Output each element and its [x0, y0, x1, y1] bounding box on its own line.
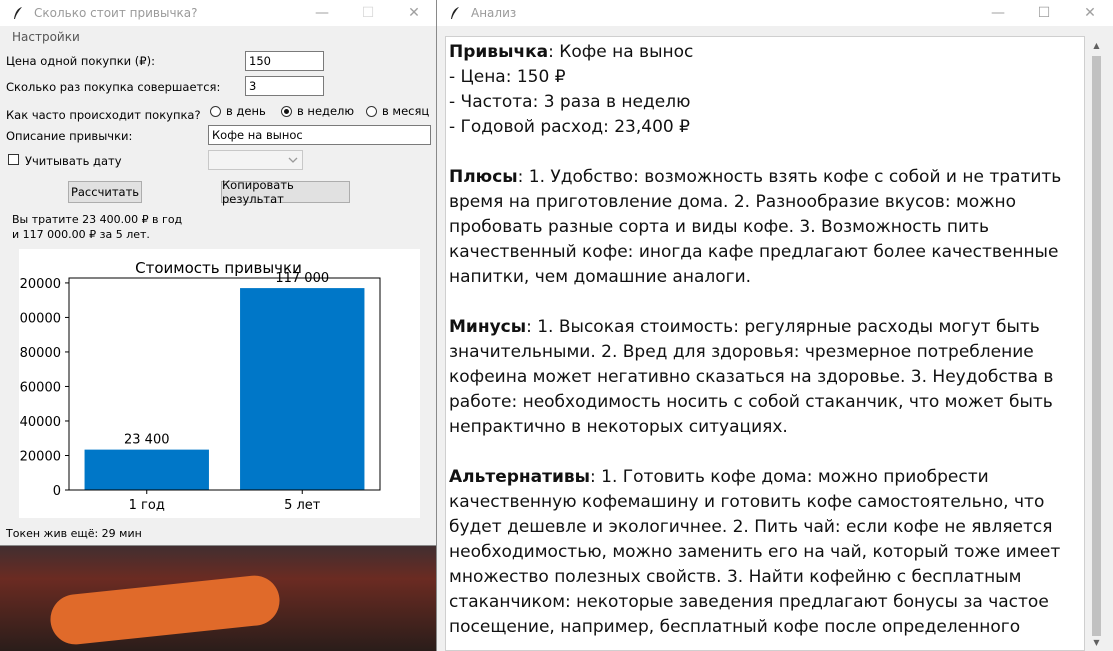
pros-heading: Плюсы [449, 167, 518, 187]
radio-label: в неделю [297, 104, 355, 118]
bar-value-label: 23 400 [124, 433, 170, 448]
x-tick-label: 5 лет [284, 498, 321, 513]
use-date-checkbox[interactable] [8, 154, 19, 165]
window-title: Анализ [471, 6, 517, 20]
price-line: - Цена: 150 ₽ [449, 67, 566, 87]
radio-per-week[interactable]: в неделю [281, 104, 354, 118]
price-input[interactable]: 150 [245, 51, 324, 71]
menu-settings[interactable]: Настройки [12, 30, 80, 44]
maximize-button[interactable]: ☐ [1021, 0, 1067, 26]
habit-cost-window: Сколько стоит привычка? — ☐ ✕ Настройки … [0, 0, 437, 545]
bar-value-label: 117 000 [275, 271, 329, 286]
habit-section: Привычка: Кофе на вынос [449, 40, 1084, 65]
radio-per-day[interactable]: в день [210, 104, 266, 118]
description-label: Описание привычки: [6, 129, 133, 143]
annual-cost-line: - Годовой расход: 23,400 ₽ [449, 117, 690, 137]
radio-label: в месяц [382, 104, 430, 118]
y-tick-label: 60000 [20, 380, 61, 395]
frequency-line: - Частота: 3 раза в неделю [449, 92, 691, 112]
radio-circle-selected [281, 105, 292, 117]
analysis-text: Привычка: Кофе на вынос - Цена: 150 ₽ - … [446, 37, 1084, 640]
cons-heading: Минусы [449, 317, 527, 337]
copy-result-button[interactable]: Копировать результат [221, 178, 350, 206]
times-input[interactable]: 3 [245, 76, 324, 96]
pros-section: Плюсы: 1. Удобство: возможность взять ко… [449, 165, 1084, 290]
menu-bar: Настройки [0, 26, 437, 46]
token-status: Токен жив ещё: 29 мин [6, 527, 142, 540]
frequency-label: Как часто происходит покупка? [6, 108, 201, 122]
y-tick-label: 120000 [19, 277, 61, 292]
vertical-scrollbar[interactable]: ▲ ▼ [1088, 36, 1105, 651]
result-line-year: Вы тратите 23 400.00 ₽ в год [12, 213, 183, 226]
feather-icon [447, 5, 463, 21]
alternatives-heading: Альтернативы [449, 467, 591, 487]
close-button[interactable]: ✕ [1067, 0, 1113, 26]
times-label: Сколько раз покупка совершается: [6, 80, 221, 94]
title-bar: Сколько стоит привычка? — ☐ ✕ [0, 0, 437, 26]
alternatives-section: Альтернативы: 1. Готовить кофе дома: мож… [449, 465, 1084, 640]
feather-icon [10, 5, 26, 21]
habit-name: : Кофе на вынос [548, 42, 694, 62]
cons-text: : 1. Высокая стоимость: регулярные расхо… [449, 317, 1054, 437]
result-text: Вы тратите 23 400.00 ₽ в год и 117 000.0… [12, 212, 182, 242]
price-label: Цена одной покупки (₽): [6, 54, 155, 68]
chart-bar [84, 449, 209, 490]
analysis-window: Анализ — ☐ ✕ Привычка: Кофе на вынос - Ц… [437, 0, 1113, 651]
calculate-button[interactable]: Рассчитать [68, 181, 142, 203]
scroll-thumb[interactable] [1092, 56, 1101, 636]
result-line-5years: и 117 000.00 ₽ за 5 лет. [12, 228, 150, 241]
use-date-label: Учитывать дату [25, 154, 122, 168]
radio-circle [366, 105, 377, 117]
cons-section: Минусы: 1. Высокая стоимость: регулярные… [449, 315, 1084, 440]
scroll-up-icon[interactable]: ▲ [1088, 38, 1105, 52]
y-tick-label: 80000 [20, 346, 61, 361]
scroll-down-icon[interactable]: ▼ [1088, 635, 1105, 649]
radio-label: в день [226, 104, 266, 118]
habit-heading: Привычка [449, 42, 549, 62]
description-input[interactable]: Кофе на вынос [208, 125, 431, 145]
analysis-text-area[interactable]: Привычка: Кофе на вынос - Цена: 150 ₽ - … [445, 36, 1085, 651]
minimize-button[interactable]: — [299, 0, 345, 26]
habit-cost-chart: Стоимость привычки 23 400 1 год 117 000 5 ле… [19, 249, 420, 518]
radio-per-month[interactable]: в месяц [366, 104, 429, 118]
date-select[interactable] [208, 150, 303, 170]
minimize-button[interactable]: — [975, 0, 1021, 26]
chart-svg: Стоимость привычки23 4001 год117 0005 ле… [19, 259, 381, 513]
window-title: Сколько стоит привычка? [34, 6, 198, 20]
y-tick-label: 40000 [20, 415, 61, 430]
radio-circle [210, 105, 221, 117]
close-button[interactable]: ✕ [391, 0, 437, 26]
y-tick-label: 0 [53, 484, 61, 499]
alternatives-text: : 1. Готовить кофе дома: можно приобрест… [449, 467, 1061, 637]
y-tick-label: 20000 [20, 449, 61, 464]
x-tick-label: 1 год [129, 498, 165, 513]
chart-bar [240, 288, 365, 490]
chevron-down-icon [288, 157, 298, 163]
y-tick-label: 100000 [19, 311, 61, 326]
title-bar: Анализ — ☐ ✕ [437, 0, 1113, 26]
pros-text: : 1. Удобство: возможность взять кофе с … [449, 167, 1062, 287]
maximize-button[interactable]: ☐ [345, 0, 391, 26]
